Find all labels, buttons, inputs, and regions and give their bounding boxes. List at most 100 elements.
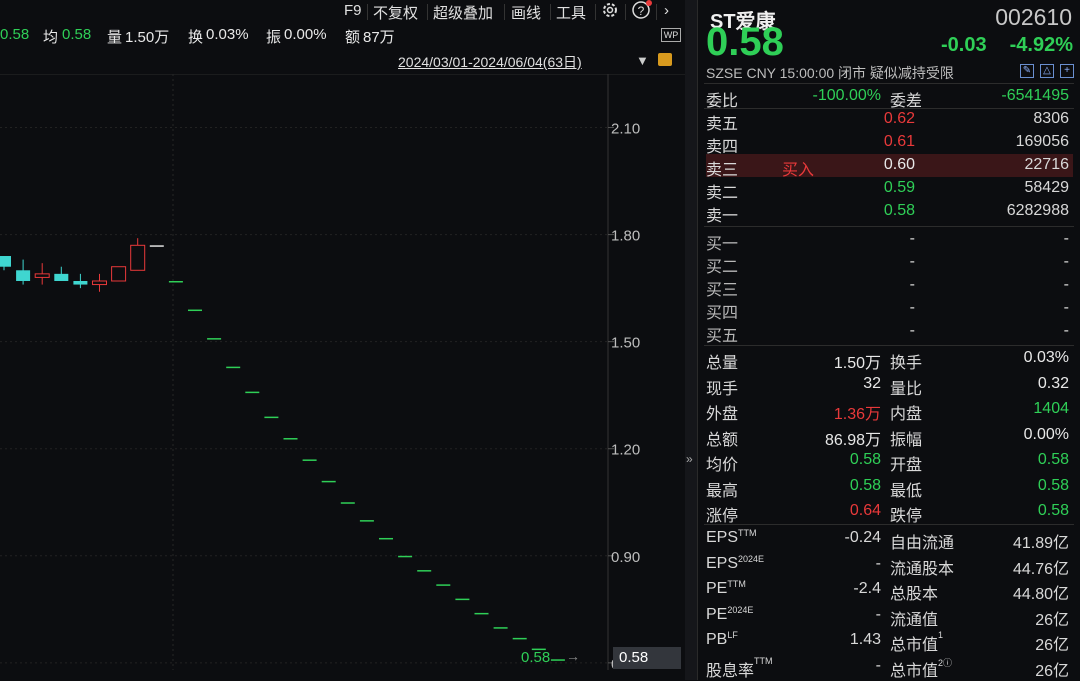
candle[interactable] [340, 502, 355, 504]
ask-row[interactable]: 卖五 0.62 8306 [706, 108, 1073, 133]
kline-chart-pane[interactable]: F9 不复权 超级叠加 画线 工具 ? › 0.58 均 0.58 量 1.50… [0, 0, 685, 680]
edit-icon[interactable]: ✎ [1020, 64, 1034, 78]
candle[interactable] [398, 555, 413, 558]
stat-value: 1404 [1033, 400, 1069, 417]
candle[interactable] [474, 612, 489, 615]
f9-button[interactable]: F9 [344, 2, 362, 19]
y-tick-label: 1.20 [611, 442, 640, 459]
lock-icon[interactable] [658, 53, 672, 66]
candle[interactable] [130, 238, 146, 271]
stat-value: 0.32 [1037, 374, 1069, 392]
candle[interactable] [379, 537, 393, 540]
candle[interactable] [550, 659, 565, 661]
chevron-right-icon[interactable]: › [664, 2, 669, 19]
wp-badge[interactable]: WP [661, 28, 681, 42]
candle[interactable] [417, 570, 432, 572]
bid-row[interactable]: 买五 - - [706, 320, 1073, 345]
turn-value: 0.03% [206, 26, 249, 43]
candle-body [34, 273, 50, 278]
fundamental-row: PBLF 1.43 总市值1 26亿 [706, 629, 1073, 654]
arrow-right-icon: → [566, 648, 580, 664]
candle[interactable] [54, 266, 69, 281]
no-adjust-button[interactable]: 不复权 [373, 2, 418, 23]
candle[interactable] [0, 256, 11, 271]
stat-label: 总额 [706, 431, 739, 449]
weicha-value: -6541495 [1001, 87, 1069, 104]
bid-row[interactable]: 买四 - - [706, 297, 1073, 322]
avg-label: 均 [43, 29, 59, 46]
candle-body [16, 270, 31, 281]
bid-row[interactable]: 买一 - - [706, 228, 1073, 253]
bid-volume: - [1063, 276, 1069, 293]
y-tick-label: 1.50 [611, 335, 640, 352]
candle[interactable] [436, 584, 451, 586]
fund-value: 41.89亿 [1012, 535, 1069, 552]
candle-body [149, 245, 164, 247]
ask-volume: 169056 [1015, 133, 1069, 150]
candle[interactable] [111, 266, 127, 282]
ask-row[interactable]: 卖四 0.61 169056 [706, 131, 1073, 156]
add-icon[interactable]: + [1060, 64, 1074, 78]
candle[interactable] [283, 438, 298, 440]
stock-code: 002610 [995, 4, 1072, 30]
avg-value: 0.58 [62, 26, 92, 43]
stat-label: 内盘 [890, 406, 923, 423]
fund-value: -2.4 [853, 580, 881, 597]
candle[interactable] [34, 263, 50, 285]
stat-label: 跌停 [890, 508, 923, 525]
chart-toolbar: F9 不复权 超级叠加 画线 工具 ? › [0, 0, 685, 24]
candle[interactable] [264, 416, 279, 419]
draw-button[interactable]: 画线 [511, 2, 541, 23]
candle[interactable] [188, 309, 202, 312]
y-tick-label: 2.10 [611, 121, 640, 138]
date-range-selector[interactable]: 2024/03/01-2024/06/04(63日) [398, 52, 582, 72]
ask-row[interactable]: 卖二 0.59 58429 [706, 177, 1073, 202]
candle[interactable] [245, 391, 260, 394]
candle[interactable] [168, 280, 183, 283]
candle[interactable] [207, 338, 222, 340]
stat-value: 0.64 [849, 502, 881, 519]
candle[interactable] [226, 366, 241, 369]
candle-body [130, 244, 146, 271]
stat-label: 最低 [890, 482, 923, 500]
stat-label: 涨停 [706, 508, 739, 525]
fundamental-row: PETTM -2.4 总股本 44.80亿 [706, 578, 1073, 603]
help-icon[interactable]: ? [631, 0, 653, 24]
kline-svg[interactable]: 2.101.801.501.200.900.60 [0, 74, 685, 680]
dropdown-triangle-icon[interactable]: ▼ [636, 53, 649, 68]
stat-value: 0.58 [1037, 451, 1069, 468]
collapse-icon[interactable]: » [686, 452, 693, 466]
bell-icon[interactable]: △ [1040, 64, 1054, 78]
fund-value: 44.76亿 [1012, 560, 1069, 578]
bid-row[interactable]: 买二 - - [706, 251, 1073, 276]
candle[interactable] [302, 459, 317, 461]
bid-row[interactable]: 买三 - - [706, 274, 1073, 299]
candle[interactable] [455, 598, 470, 601]
candle[interactable] [321, 480, 336, 483]
candle[interactable] [73, 273, 88, 289]
gear-icon[interactable] [600, 0, 620, 24]
candle[interactable] [493, 627, 508, 629]
fund-value: 26亿 [1035, 662, 1069, 680]
ask-row[interactable]: 卖一 0.58 6282988 [706, 200, 1073, 225]
fundamental-row: EPS2024E - 流通股本 44.76亿 [706, 553, 1073, 578]
overlay-button[interactable]: 超级叠加 [433, 2, 493, 23]
candle[interactable] [512, 637, 527, 640]
amt-label: 额 [345, 29, 361, 46]
candle[interactable] [92, 273, 107, 292]
fund-label: 流通股本 [890, 560, 955, 578]
ask-row[interactable]: 卖三 买入 0.60 22716 [706, 154, 1073, 179]
fundamental-row: 股息率TTM - 总市值2ⓘ 26亿 [706, 655, 1073, 680]
stat-label: 换手 [890, 355, 923, 372]
amp-label: 振 [266, 29, 282, 46]
panel-divider[interactable] [685, 0, 697, 680]
fund-label: EPS2024E [706, 553, 765, 572]
tools-button[interactable]: 工具 [556, 2, 586, 23]
fund-label: 总市值2ⓘ [890, 657, 953, 680]
candle[interactable] [149, 245, 164, 247]
vol-label: 量 [107, 29, 123, 46]
fund-value: - [875, 656, 881, 674]
candle[interactable] [359, 520, 374, 522]
quote-panel: ST爱康 002610 0.58 -0.03 -4.92% SZSE CNY 1… [697, 0, 1080, 680]
candle[interactable] [16, 259, 31, 285]
